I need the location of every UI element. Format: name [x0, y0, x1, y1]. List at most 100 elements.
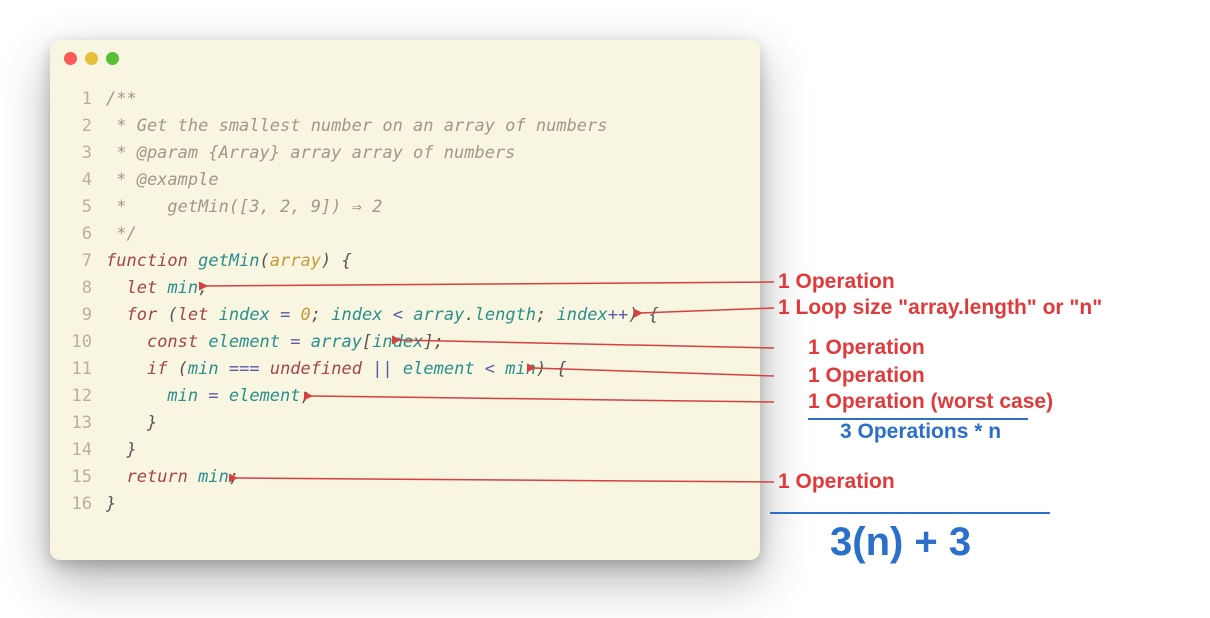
- line-number: 10: [62, 329, 92, 356]
- token: getMin: [198, 251, 259, 271]
- token: ) {: [321, 251, 352, 271]
- token: element: [208, 332, 280, 352]
- token: * @example: [106, 170, 219, 190]
- minimize-icon[interactable]: [85, 52, 98, 65]
- annotation-total: 3(n) + 3: [830, 520, 971, 565]
- token: ||: [362, 359, 403, 379]
- token: ===: [219, 359, 270, 379]
- token: element: [403, 359, 475, 379]
- annotation-op-2: 1 Operation: [808, 336, 925, 360]
- code-line: 15 return min;: [62, 464, 760, 491]
- token: [: [362, 332, 372, 352]
- token: min: [167, 386, 198, 406]
- token: min: [188, 359, 219, 379]
- annotation-op-3: 1 Operation: [808, 364, 925, 388]
- token: index: [372, 332, 423, 352]
- token: /**: [106, 89, 137, 109]
- token: ;: [229, 467, 239, 487]
- code-line: 5 * getMin([3, 2, 9]) ⇒ 2: [62, 194, 760, 221]
- token: ) {: [536, 359, 567, 379]
- code-line: 4 * @example: [62, 167, 760, 194]
- code-line: 7 function getMin(array) {: [62, 248, 760, 275]
- token: min: [505, 359, 536, 379]
- annotation-op-1: 1 Operation: [778, 270, 895, 294]
- line-number: 12: [62, 383, 92, 410]
- code-line: 3 * @param {Array} array array of number…: [62, 140, 760, 167]
- token: min: [167, 278, 198, 298]
- token: array: [270, 251, 321, 271]
- token: [106, 386, 167, 406]
- line-number: 15: [62, 464, 92, 491]
- token: */: [106, 224, 137, 244]
- token: index: [557, 305, 608, 325]
- token: for: [126, 305, 167, 325]
- token: function: [106, 251, 198, 271]
- code-line: 10 const element = array[index];: [62, 329, 760, 356]
- token: * Get the smallest number on an array of…: [106, 116, 608, 136]
- line-number: 14: [62, 437, 92, 464]
- line-number: 3: [62, 140, 92, 167]
- token: index: [331, 305, 382, 325]
- line-number: 11: [62, 356, 92, 383]
- code-line: 8 let min;: [62, 275, 760, 302]
- line-number: 7: [62, 248, 92, 275]
- annotation-sum-loop: 3 Operations * n: [840, 420, 1001, 444]
- token: 0: [301, 305, 311, 325]
- token: =: [270, 305, 301, 325]
- token: index: [219, 305, 270, 325]
- token: }: [106, 440, 137, 460]
- token: ;: [536, 305, 556, 325]
- line-number: 4: [62, 167, 92, 194]
- token: (: [260, 251, 270, 271]
- token: <: [475, 359, 506, 379]
- annotation-loop: 1 Loop size "array.length" or "n": [778, 296, 1102, 320]
- code-line: 9 for (let index = 0; index < array.leng…: [62, 302, 760, 329]
- token: return: [126, 467, 198, 487]
- token: * @param {Array} array array of numbers: [106, 143, 515, 163]
- token: =: [198, 386, 229, 406]
- window-titlebar: [50, 40, 760, 76]
- token: }: [106, 413, 157, 433]
- code-line: 13 }: [62, 410, 760, 437]
- token: <: [382, 305, 413, 325]
- token: array: [311, 332, 362, 352]
- line-number: 13: [62, 410, 92, 437]
- close-icon[interactable]: [64, 52, 77, 65]
- token: ++: [608, 305, 628, 325]
- code-line: 2 * Get the smallest number on an array …: [62, 113, 760, 140]
- line-number: 1: [62, 86, 92, 113]
- token: let: [178, 305, 219, 325]
- token: undefined: [270, 359, 362, 379]
- divider-2: [770, 512, 1050, 514]
- token: ;: [198, 278, 208, 298]
- token: .: [464, 305, 474, 325]
- token: min: [198, 467, 229, 487]
- line-number: 5: [62, 194, 92, 221]
- token: =: [280, 332, 311, 352]
- code-window: 1 /** 2 * Get the smallest number on an ar…: [50, 40, 760, 560]
- token: length: [475, 305, 536, 325]
- token: ) {: [628, 305, 659, 325]
- token: [106, 467, 126, 487]
- token: [106, 359, 147, 379]
- token: const: [147, 332, 208, 352]
- annotation-op-worst: 1 Operation (worst case): [808, 390, 1053, 414]
- token: [106, 278, 126, 298]
- token: ;: [311, 305, 331, 325]
- token: [106, 305, 126, 325]
- code-line: 11 if (min === undefined || element < mi…: [62, 356, 760, 383]
- code-block: 1 /** 2 * Get the smallest number on an ar…: [50, 76, 760, 518]
- token: let: [126, 278, 167, 298]
- token: array: [413, 305, 464, 325]
- token: (: [178, 359, 188, 379]
- code-line: 16}: [62, 491, 760, 518]
- maximize-icon[interactable]: [106, 52, 119, 65]
- token: ];: [423, 332, 443, 352]
- code-line: 12 min = element;: [62, 383, 760, 410]
- code-line: 1 /**: [62, 86, 760, 113]
- token: (: [167, 305, 177, 325]
- line-number: 9: [62, 302, 92, 329]
- line-number: 2: [62, 113, 92, 140]
- line-number: 6: [62, 221, 92, 248]
- token: * getMin([3, 2, 9]) ⇒ 2: [106, 197, 382, 217]
